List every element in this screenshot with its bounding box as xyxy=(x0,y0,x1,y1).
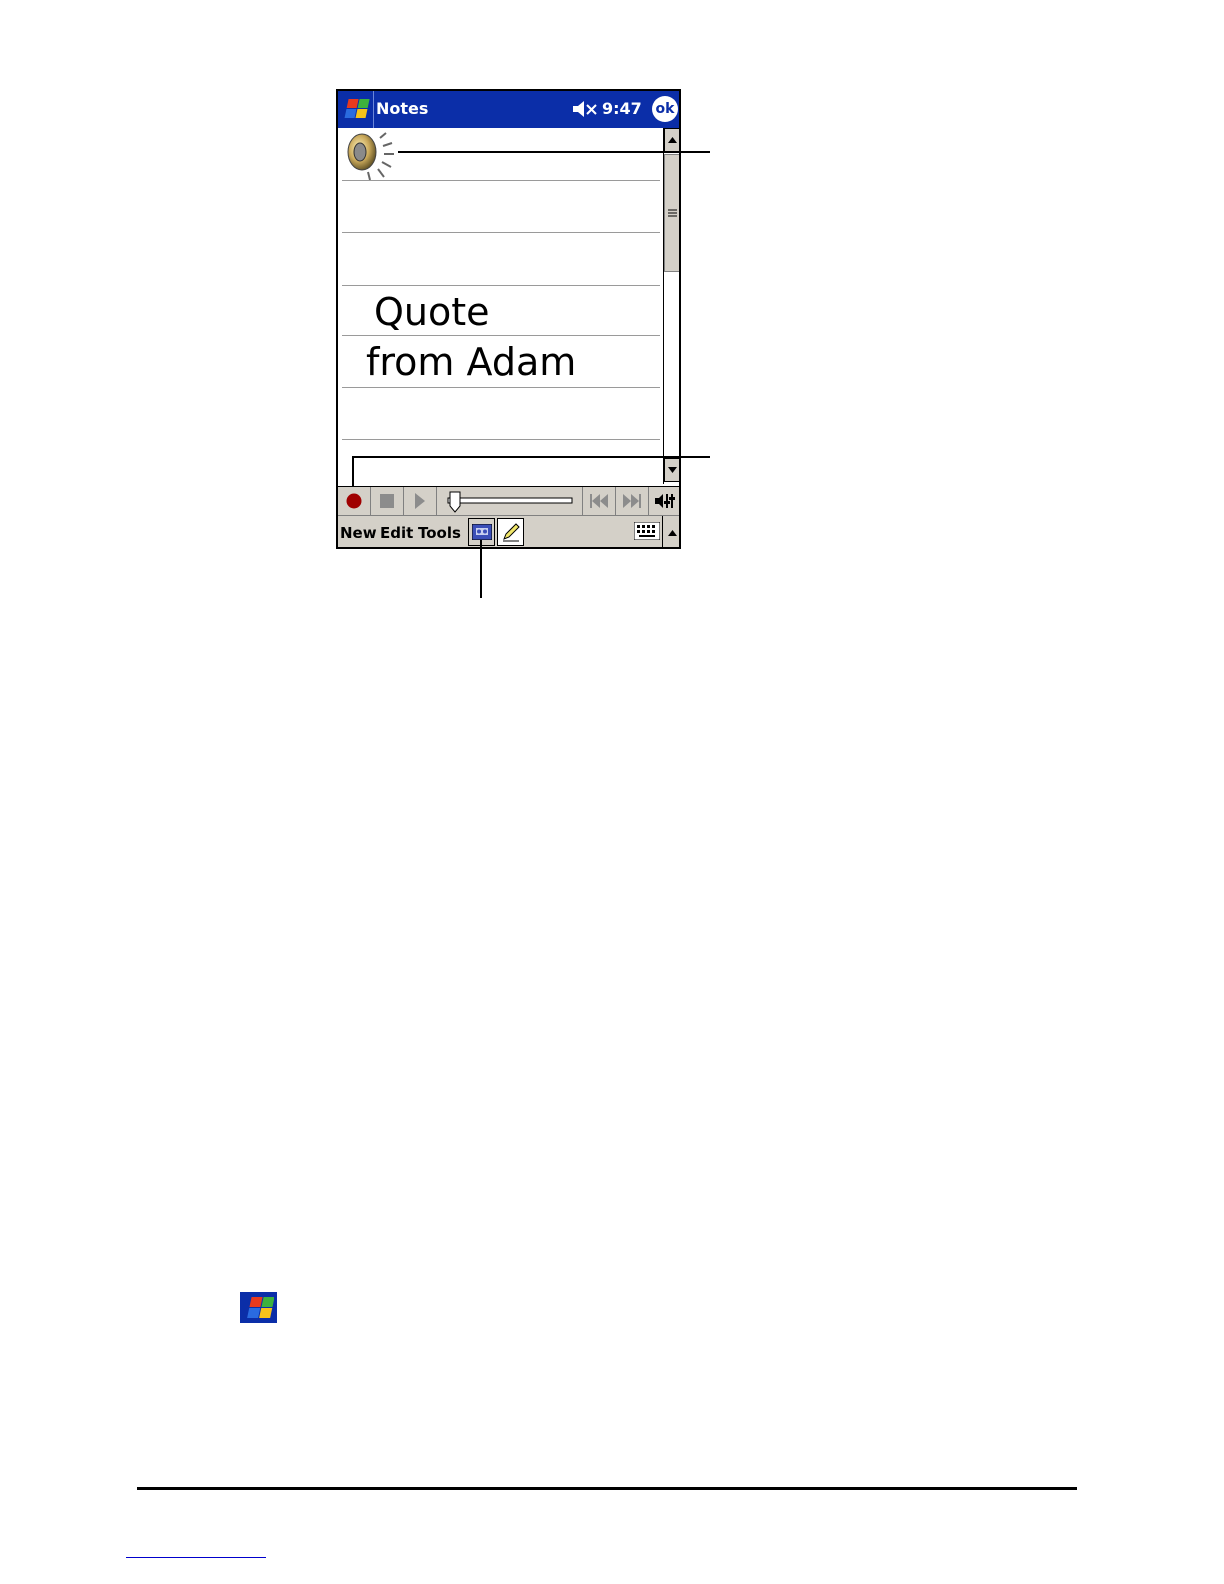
menu-new[interactable]: New xyxy=(340,524,377,542)
title-bar: Notes 9:47 ok xyxy=(338,91,679,128)
chevron-up-icon xyxy=(667,530,677,536)
volume-icon xyxy=(655,494,675,508)
input-selector-arrow[interactable] xyxy=(662,516,679,547)
vertical-scrollbar[interactable] xyxy=(663,128,679,484)
callout-line-toolbar-button xyxy=(480,540,482,598)
notes-screenshot: Notes 9:47 ok Quote from Adam New Edit T… xyxy=(336,89,681,549)
menu-bar: New Edit Tools xyxy=(338,515,679,547)
pen-button[interactable] xyxy=(497,518,524,546)
note-rule xyxy=(342,387,660,388)
pen-icon xyxy=(502,523,520,542)
fast-forward-button[interactable] xyxy=(616,487,649,515)
note-rule xyxy=(342,335,660,336)
callout-line-record xyxy=(352,456,710,458)
scroll-thumb[interactable] xyxy=(664,154,679,272)
note-writing-area[interactable]: Quote from Adam xyxy=(338,128,663,486)
recording-toolbar xyxy=(338,486,679,515)
position-slider[interactable] xyxy=(437,487,583,515)
slider-track xyxy=(447,491,572,513)
speaker-mute-icon[interactable] xyxy=(572,99,598,119)
windows-start-icon xyxy=(246,1296,274,1318)
rewind-button[interactable] xyxy=(583,487,616,515)
record-button[interactable] xyxy=(338,487,371,515)
scroll-down-icon xyxy=(668,467,677,473)
stop-icon xyxy=(380,494,394,508)
ok-button[interactable]: ok xyxy=(652,96,678,122)
note-text-line: from Adam xyxy=(366,340,577,384)
menu-tools[interactable]: Tools xyxy=(418,524,461,542)
volume-button[interactable] xyxy=(649,487,679,515)
record-icon xyxy=(346,493,362,509)
play-button[interactable] xyxy=(404,487,437,515)
callout-line-voice-note xyxy=(398,151,710,153)
rewind-icon xyxy=(590,494,608,508)
scroll-up-icon xyxy=(668,137,677,143)
footer-rule xyxy=(137,1487,1077,1490)
start-button[interactable] xyxy=(338,91,374,128)
callout-line-record-drop xyxy=(352,456,354,486)
app-title: Notes xyxy=(376,99,429,118)
clock[interactable]: 9:47 xyxy=(602,99,642,118)
footer-link-underline[interactable] xyxy=(126,1557,266,1558)
recording-toolbar-icon xyxy=(471,524,492,540)
windows-start-icon xyxy=(344,98,370,118)
keyboard-icon[interactable] xyxy=(634,522,660,540)
fast-forward-icon xyxy=(623,494,641,508)
scroll-up-button[interactable] xyxy=(664,128,679,152)
note-text-line: Quote xyxy=(374,290,490,334)
note-rule xyxy=(342,232,660,233)
grip-icon xyxy=(668,209,677,217)
start-icon-inline xyxy=(240,1292,277,1323)
stop-button[interactable] xyxy=(371,487,404,515)
voice-note-icon[interactable] xyxy=(342,130,398,180)
menu-edit[interactable]: Edit xyxy=(380,524,413,542)
note-rule xyxy=(342,285,660,286)
scroll-down-button[interactable] xyxy=(664,458,679,482)
note-rule xyxy=(342,439,660,440)
note-rule xyxy=(342,180,660,181)
play-icon xyxy=(415,493,425,509)
